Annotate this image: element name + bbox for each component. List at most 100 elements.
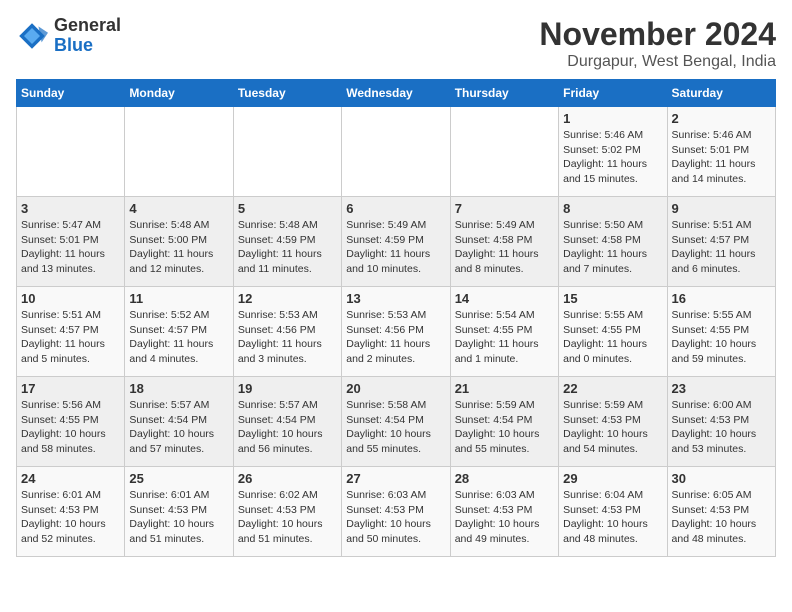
day-cell: 22 Sunrise: 5:59 AM Sunset: 4:53 PM Dayli… xyxy=(559,377,667,467)
day-detail: Sunrise: 5:57 AM Sunset: 4:54 PM Dayligh… xyxy=(238,398,337,457)
day-detail: Sunrise: 5:49 AM Sunset: 4:59 PM Dayligh… xyxy=(346,218,445,277)
day-detail: Sunrise: 5:57 AM Sunset: 4:54 PM Dayligh… xyxy=(129,398,228,457)
day-detail: Sunrise: 5:55 AM Sunset: 4:55 PM Dayligh… xyxy=(672,308,771,367)
day-cell: 28 Sunrise: 6:03 AM Sunset: 4:53 PM Dayli… xyxy=(450,467,558,557)
day-number: 11 xyxy=(129,291,228,306)
day-number: 12 xyxy=(238,291,337,306)
day-cell: 10Sunrise: 5:51 AM Sunset: 4:57 PM Dayli… xyxy=(17,287,125,377)
day-cell: 13Sunrise: 5:53 AM Sunset: 4:56 PM Dayli… xyxy=(342,287,450,377)
day-detail: Sunrise: 5:54 AM Sunset: 4:55 PM Dayligh… xyxy=(455,308,554,367)
day-number: 7 xyxy=(455,201,554,216)
day-detail: Sunrise: 5:48 AM Sunset: 5:00 PM Dayligh… xyxy=(129,218,228,277)
day-cell: 30 Sunrise: 6:05 AM Sunset: 4:53 PM Dayli… xyxy=(667,467,775,557)
week-row-1: 3Sunrise: 5:47 AM Sunset: 5:01 PM Daylig… xyxy=(17,197,776,287)
day-cell: 6 Sunrise: 5:49 AM Sunset: 4:59 PM Daylig… xyxy=(342,197,450,287)
day-number: 22 xyxy=(563,381,662,396)
day-detail: Sunrise: 5:53 AM Sunset: 4:56 PM Dayligh… xyxy=(238,308,337,367)
calendar-table: SundayMondayTuesdayWednesdayThursdayFrid… xyxy=(16,79,776,557)
day-detail: Sunrise: 5:56 AM Sunset: 4:55 PM Dayligh… xyxy=(21,398,120,457)
day-cell: 24 Sunrise: 6:01 AM Sunset: 4:53 PM Dayli… xyxy=(17,467,125,557)
day-number: 9 xyxy=(672,201,771,216)
day-cell: 9Sunrise: 5:51 AM Sunset: 4:57 PM Daylig… xyxy=(667,197,775,287)
day-detail: Sunrise: 5:47 AM Sunset: 5:01 PM Dayligh… xyxy=(21,218,120,277)
day-detail: Sunrise: 5:51 AM Sunset: 4:57 PM Dayligh… xyxy=(21,308,120,367)
day-number: 28 xyxy=(455,471,554,486)
header-sunday: Sunday xyxy=(17,80,125,107)
day-cell xyxy=(125,107,233,197)
day-cell xyxy=(233,107,341,197)
day-detail: Sunrise: 5:49 AM Sunset: 4:58 PM Dayligh… xyxy=(455,218,554,277)
day-cell: 2 Sunrise: 5:46 AM Sunset: 5:01 PM Daylig… xyxy=(667,107,775,197)
day-detail: Sunrise: 6:03 AM Sunset: 4:53 PM Dayligh… xyxy=(346,488,445,547)
day-cell: 4 Sunrise: 5:48 AM Sunset: 5:00 PM Daylig… xyxy=(125,197,233,287)
month-title: November 2024 xyxy=(539,16,776,53)
day-cell: 14 Sunrise: 5:54 AM Sunset: 4:55 PM Dayli… xyxy=(450,287,558,377)
header-row: SundayMondayTuesdayWednesdayThursdayFrid… xyxy=(17,80,776,107)
day-cell: 29 Sunrise: 6:04 AM Sunset: 4:53 PM Dayli… xyxy=(559,467,667,557)
day-number: 21 xyxy=(455,381,554,396)
day-detail: Sunrise: 5:46 AM Sunset: 5:01 PM Dayligh… xyxy=(672,128,771,187)
week-row-2: 10Sunrise: 5:51 AM Sunset: 4:57 PM Dayli… xyxy=(17,287,776,377)
calendar-header: SundayMondayTuesdayWednesdayThursdayFrid… xyxy=(17,80,776,107)
day-number: 13 xyxy=(346,291,445,306)
day-number: 16 xyxy=(672,291,771,306)
day-cell: 3Sunrise: 5:47 AM Sunset: 5:01 PM Daylig… xyxy=(17,197,125,287)
day-number: 1 xyxy=(563,111,662,126)
header-thursday: Thursday xyxy=(450,80,558,107)
day-number: 19 xyxy=(238,381,337,396)
logo-text: General Blue xyxy=(54,16,121,56)
header-saturday: Saturday xyxy=(667,80,775,107)
day-number: 17 xyxy=(21,381,120,396)
logo: General Blue xyxy=(16,16,121,56)
day-cell: 15Sunrise: 5:55 AM Sunset: 4:55 PM Dayli… xyxy=(559,287,667,377)
day-cell: 21 Sunrise: 5:59 AM Sunset: 4:54 PM Dayli… xyxy=(450,377,558,467)
logo-icon xyxy=(16,20,48,52)
day-cell: 27 Sunrise: 6:03 AM Sunset: 4:53 PM Dayli… xyxy=(342,467,450,557)
day-detail: Sunrise: 5:58 AM Sunset: 4:54 PM Dayligh… xyxy=(346,398,445,457)
day-detail: Sunrise: 5:59 AM Sunset: 4:53 PM Dayligh… xyxy=(563,398,662,457)
day-number: 5 xyxy=(238,201,337,216)
header: General Blue November 2024 Durgapur, Wes… xyxy=(16,16,776,71)
day-number: 20 xyxy=(346,381,445,396)
day-cell: 19 Sunrise: 5:57 AM Sunset: 4:54 PM Dayli… xyxy=(233,377,341,467)
day-number: 4 xyxy=(129,201,228,216)
day-number: 27 xyxy=(346,471,445,486)
day-cell: 18 Sunrise: 5:57 AM Sunset: 4:54 PM Dayli… xyxy=(125,377,233,467)
day-number: 30 xyxy=(672,471,771,486)
day-cell xyxy=(450,107,558,197)
header-tuesday: Tuesday xyxy=(233,80,341,107)
day-cell: 26 Sunrise: 6:02 AM Sunset: 4:53 PM Dayli… xyxy=(233,467,341,557)
day-detail: Sunrise: 5:52 AM Sunset: 4:57 PM Dayligh… xyxy=(129,308,228,367)
day-cell xyxy=(342,107,450,197)
day-cell xyxy=(17,107,125,197)
day-number: 25 xyxy=(129,471,228,486)
day-detail: Sunrise: 5:59 AM Sunset: 4:54 PM Dayligh… xyxy=(455,398,554,457)
location: Durgapur, West Bengal, India xyxy=(539,53,776,71)
day-detail: Sunrise: 5:48 AM Sunset: 4:59 PM Dayligh… xyxy=(238,218,337,277)
week-row-3: 17 Sunrise: 5:56 AM Sunset: 4:55 PM Dayli… xyxy=(17,377,776,467)
day-detail: Sunrise: 6:01 AM Sunset: 4:53 PM Dayligh… xyxy=(21,488,120,547)
header-monday: Monday xyxy=(125,80,233,107)
title-area: November 2024 Durgapur, West Bengal, Ind… xyxy=(539,16,776,71)
day-number: 18 xyxy=(129,381,228,396)
day-detail: Sunrise: 6:02 AM Sunset: 4:53 PM Dayligh… xyxy=(238,488,337,547)
day-number: 6 xyxy=(346,201,445,216)
day-number: 14 xyxy=(455,291,554,306)
day-detail: Sunrise: 5:50 AM Sunset: 4:58 PM Dayligh… xyxy=(563,218,662,277)
day-cell: 20 Sunrise: 5:58 AM Sunset: 4:54 PM Dayli… xyxy=(342,377,450,467)
day-cell: 25Sunrise: 6:01 AM Sunset: 4:53 PM Dayli… xyxy=(125,467,233,557)
day-number: 29 xyxy=(563,471,662,486)
day-number: 26 xyxy=(238,471,337,486)
day-cell: 8Sunrise: 5:50 AM Sunset: 4:58 PM Daylig… xyxy=(559,197,667,287)
day-detail: Sunrise: 6:05 AM Sunset: 4:53 PM Dayligh… xyxy=(672,488,771,547)
day-number: 2 xyxy=(672,111,771,126)
day-detail: Sunrise: 6:04 AM Sunset: 4:53 PM Dayligh… xyxy=(563,488,662,547)
day-cell: 16 Sunrise: 5:55 AM Sunset: 4:55 PM Dayli… xyxy=(667,287,775,377)
header-friday: Friday xyxy=(559,80,667,107)
day-detail: Sunrise: 6:03 AM Sunset: 4:53 PM Dayligh… xyxy=(455,488,554,547)
day-number: 23 xyxy=(672,381,771,396)
week-row-0: 1Sunrise: 5:46 AM Sunset: 5:02 PM Daylig… xyxy=(17,107,776,197)
day-cell: 11 Sunrise: 5:52 AM Sunset: 4:57 PM Dayli… xyxy=(125,287,233,377)
day-detail: Sunrise: 6:00 AM Sunset: 4:53 PM Dayligh… xyxy=(672,398,771,457)
day-number: 24 xyxy=(21,471,120,486)
